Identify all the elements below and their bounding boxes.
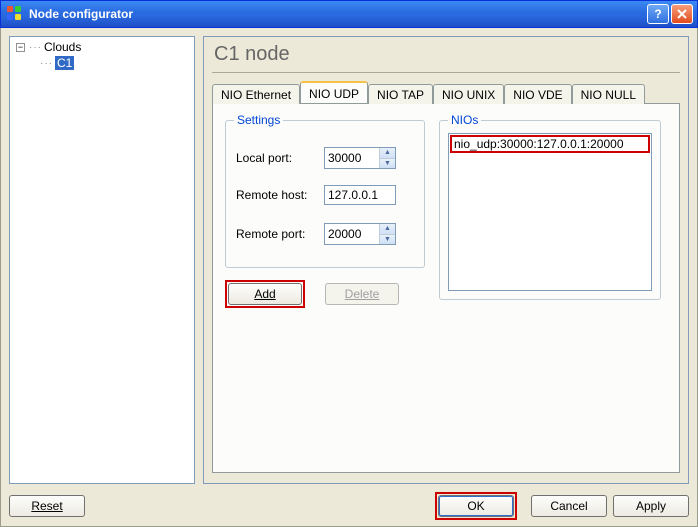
spin-down-icon[interactable]: ▼ — [380, 158, 395, 169]
window-title: Node configurator — [29, 7, 647, 21]
panel-title: C1 node — [214, 43, 680, 66]
tab-nio-udp[interactable]: NIO UDP — [300, 81, 368, 103]
cancel-button[interactable]: Cancel — [531, 495, 607, 517]
dialog-button-row: Reset OK Cancel Apply — [9, 492, 689, 520]
spin-down-icon[interactable]: ▼ — [380, 234, 395, 245]
tab-body: Settings Local port: ▲ ▼ Remote host: — [212, 103, 680, 473]
reset-button[interactable]: Reset — [9, 495, 85, 517]
tree-view[interactable]: − ··· Clouds ··· C1 — [9, 36, 195, 484]
settings-legend: Settings — [234, 113, 283, 127]
list-item[interactable]: nio_udp:30000:127.0.0.1:20000 — [451, 136, 649, 152]
add-highlight: Add — [225, 280, 305, 308]
tab-nio-null[interactable]: NIO NULL — [572, 84, 645, 104]
tree-item-clouds[interactable]: − ··· Clouds — [12, 39, 194, 55]
tab-nio-ethernet[interactable]: NIO Ethernet — [212, 84, 300, 104]
nios-legend: NIOs — [448, 113, 481, 127]
ok-button[interactable]: OK — [438, 495, 514, 517]
nios-listbox[interactable]: nio_udp:30000:127.0.0.1:20000 — [448, 133, 652, 291]
remote-port-input[interactable] — [325, 224, 379, 244]
tab-nio-vde[interactable]: NIO VDE — [504, 84, 571, 104]
remote-port-label: Remote port: — [236, 227, 318, 241]
remote-host-label: Remote host: — [236, 188, 318, 202]
local-port-stepper[interactable]: ▲ ▼ — [324, 147, 396, 169]
add-button[interactable]: Add — [228, 283, 302, 305]
spin-up-icon[interactable]: ▲ — [380, 148, 395, 158]
title-bar: Node configurator ? — [0, 0, 698, 28]
spin-up-icon[interactable]: ▲ — [380, 224, 395, 234]
local-port-label: Local port: — [236, 151, 318, 165]
help-button[interactable]: ? — [647, 4, 669, 24]
local-port-input[interactable] — [325, 148, 379, 168]
close-button[interactable] — [671, 4, 693, 24]
apply-button[interactable]: Apply — [613, 495, 689, 517]
app-icon — [7, 6, 23, 22]
nios-group: NIOs nio_udp:30000:127.0.0.1:20000 — [439, 120, 661, 300]
settings-group: Settings Local port: ▲ ▼ Remote host: — [225, 120, 425, 268]
tree-item-c1[interactable]: ··· C1 — [12, 55, 194, 71]
tab-strip: NIO Ethernet NIO UDP NIO TAP NIO UNIX NI… — [212, 81, 680, 103]
tab-nio-tap[interactable]: NIO TAP — [368, 84, 433, 104]
remote-port-stepper[interactable]: ▲ ▼ — [324, 223, 396, 245]
tab-nio-unix[interactable]: NIO UNIX — [433, 84, 504, 104]
delete-button: Delete — [325, 283, 399, 305]
remote-host-input[interactable] — [324, 185, 396, 205]
collapse-icon[interactable]: − — [16, 43, 25, 52]
node-panel: C1 node NIO Ethernet NIO UDP NIO TAP NIO… — [203, 36, 689, 484]
ok-highlight: OK — [435, 492, 517, 520]
